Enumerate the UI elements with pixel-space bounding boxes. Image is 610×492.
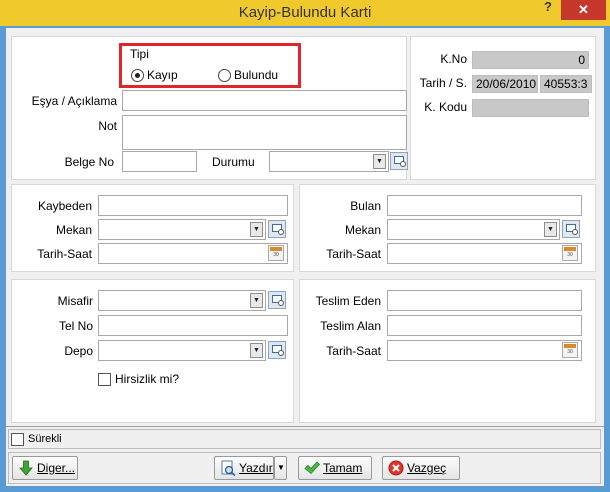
bulan-mekan-combo[interactable]: ▼ <box>387 219 560 240</box>
esya-input[interactable] <box>122 90 407 111</box>
tamam-label: Tamam <box>323 461 363 475</box>
tarih-value: 20/06/2010 <box>472 75 538 93</box>
close-button[interactable]: ✕ <box>561 0 606 20</box>
dropdown-arrow-icon[interactable]: ▼ <box>544 222 557 237</box>
lookup-icon[interactable] <box>390 152 408 170</box>
kaybeden-tarihsaat-input[interactable] <box>98 243 288 264</box>
teslim-panel: Teslim Eden Teslim Alan Tarih-Saat 30 <box>299 279 596 423</box>
lookup-icon[interactable] <box>562 220 580 238</box>
dialog-body: Tipi Kayıp Bulundu Eşya / Açıklama Not B… <box>6 28 604 486</box>
yazdir-button[interactable]: Yazdır <box>214 456 274 480</box>
durumu-combo[interactable]: ▼ <box>269 151 389 172</box>
depo-combo[interactable]: ▼ <box>98 340 266 361</box>
esya-label: Eşya / Açıklama <box>31 94 117 108</box>
teslim-eden-input[interactable] <box>387 290 582 311</box>
calendar-icon[interactable]: 30 <box>562 245 578 261</box>
calendar-icon[interactable]: 30 <box>268 245 284 261</box>
dropdown-arrow-icon[interactable]: ▼ <box>250 293 263 308</box>
misafir-label: Misafir <box>57 294 93 308</box>
hirsizlik-label[interactable]: Hirsizlik mi? <box>115 372 179 386</box>
misafir-combo[interactable]: ▼ <box>98 290 266 311</box>
tipi-legend: Tipi <box>130 47 149 61</box>
main-info-panel: Tipi Kayıp Bulundu Eşya / Açıklama Not B… <box>11 36 408 180</box>
dropdown-arrow-icon[interactable]: ▼ <box>250 343 263 358</box>
kkodu-label: K. Kodu <box>424 100 467 114</box>
radio-selected-dot <box>135 73 140 78</box>
kaybeden-input[interactable] <box>98 195 288 216</box>
not-input[interactable] <box>122 115 407 150</box>
not-label: Not <box>98 119 117 133</box>
cancel-icon <box>388 460 404 476</box>
dropdown-arrow-icon[interactable]: ▼ <box>373 154 386 169</box>
durumu-label: Durumu <box>212 155 255 169</box>
surekli-label[interactable]: Sürekli <box>28 433 62 445</box>
checkmark-icon <box>304 461 320 475</box>
bulan-input[interactable] <box>387 195 582 216</box>
kno-label: K.No <box>440 52 467 66</box>
misafir-panel: Misafir ▼ Tel No Depo ▼ Hirsizlik mi? <box>11 279 294 423</box>
belge-label: Belge No <box>64 155 114 169</box>
kno-value: 0 <box>472 51 589 69</box>
record-info-panel: K.No 0 Tarih / S. 20/06/2010 40553:3 K. … <box>410 36 596 180</box>
surekli-checkbox[interactable] <box>11 433 24 446</box>
bulan-panel: Bulan Mekan ▼ Tarih-Saat 30 <box>299 184 596 272</box>
diger-label: Diger... <box>37 461 76 475</box>
hirsizlik-checkbox[interactable] <box>98 373 111 386</box>
print-preview-icon <box>221 460 236 476</box>
teslim-eden-label: Teslim Eden <box>315 294 381 308</box>
divider <box>6 426 604 427</box>
vazgec-label: Vazgeç <box>407 461 447 475</box>
lookup-icon[interactable] <box>268 220 286 238</box>
teslim-tarihsaat-input[interactable] <box>387 340 582 361</box>
options-strip <box>8 429 601 449</box>
diger-button[interactable]: Diger... <box>12 456 78 480</box>
bulan-tarihsaat-label: Tarih-Saat <box>326 247 381 261</box>
help-button[interactable]: ? <box>541 0 555 14</box>
bulan-tarihsaat-input[interactable] <box>387 243 582 264</box>
calendar-icon[interactable]: 30 <box>562 342 578 358</box>
kaybeden-label: Kaybeden <box>37 199 92 213</box>
radio-bulundu-label[interactable]: Bulundu <box>234 68 278 82</box>
kkodu-value <box>472 99 589 117</box>
teslim-alan-input[interactable] <box>387 315 582 336</box>
tarih-label: Tarih / S. <box>419 76 467 90</box>
radio-kayip[interactable] <box>131 69 144 82</box>
dropdown-arrow-icon[interactable]: ▼ <box>250 222 263 237</box>
bulan-mekan-label: Mekan <box>344 223 381 237</box>
belge-input[interactable] <box>122 151 197 172</box>
arrow-down-icon <box>19 460 33 476</box>
depo-label: Depo <box>64 344 93 358</box>
radio-kayip-label[interactable]: Kayıp <box>147 68 178 82</box>
teslim-tarihsaat-label: Tarih-Saat <box>326 344 381 358</box>
radio-bulundu[interactable] <box>218 69 231 82</box>
bulan-label: Bulan <box>350 199 381 213</box>
telno-label: Tel No <box>58 319 93 333</box>
kaybeden-mekan-label: Mekan <box>55 223 92 237</box>
kaybeden-mekan-combo[interactable]: ▼ <box>98 219 266 240</box>
kaybeden-panel: Kaybeden Mekan ▼ Tarih-Saat 30 <box>11 184 294 272</box>
teslim-alan-label: Teslim Alan <box>320 319 381 333</box>
kaybeden-tarihsaat-label: Tarih-Saat <box>37 247 92 261</box>
lookup-icon[interactable] <box>268 341 286 359</box>
yazdir-dropdown-button[interactable]: ▼ <box>274 456 287 480</box>
yazdir-label: Yazdır <box>239 461 273 475</box>
telno-input[interactable] <box>98 315 288 336</box>
vazgec-button[interactable]: Vazgeç <box>382 456 460 480</box>
window-title: Kayip-Bulundu Karti <box>238 4 372 21</box>
tamam-button[interactable]: Tamam <box>298 456 372 480</box>
lookup-icon[interactable] <box>268 291 286 309</box>
saat-value: 40553:3 <box>540 75 592 93</box>
chevron-down-icon: ▼ <box>277 463 285 472</box>
